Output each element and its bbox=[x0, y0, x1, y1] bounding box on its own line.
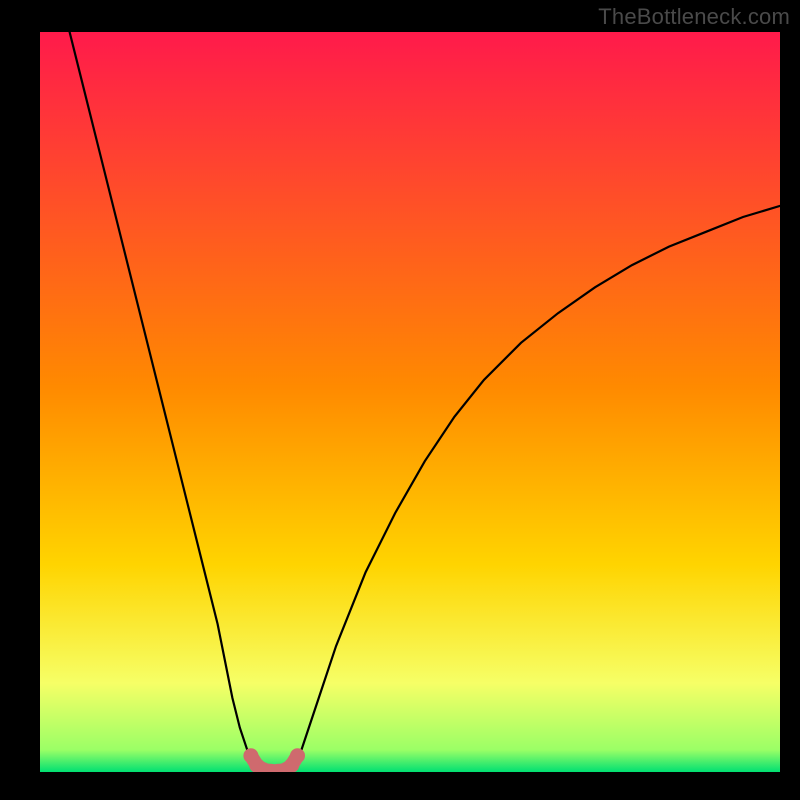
plot-area bbox=[40, 32, 780, 772]
gradient-background bbox=[40, 32, 780, 772]
watermark-text: TheBottleneck.com bbox=[598, 4, 790, 30]
bottom-marker-dot bbox=[290, 748, 305, 763]
plot-svg bbox=[40, 32, 780, 772]
chart-frame: TheBottleneck.com bbox=[0, 0, 800, 800]
